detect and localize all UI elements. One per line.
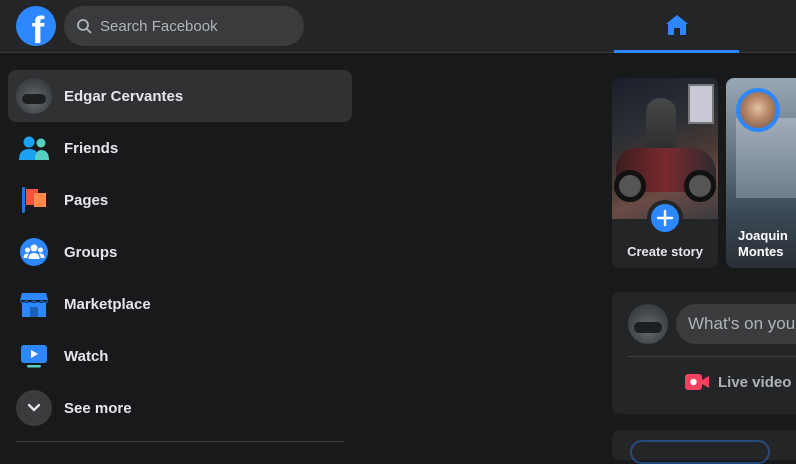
friend-story-name: Joaquin Montes xyxy=(738,228,788,260)
composer-input[interactable]: What's on you xyxy=(676,304,796,344)
create-story-label: Create story xyxy=(627,244,703,259)
left-sidebar: Edgar Cervantes Friends Pages Groups Mar… xyxy=(8,70,352,434)
sidebar-item-see-more[interactable]: See more xyxy=(8,382,352,434)
rider-figure xyxy=(646,98,676,154)
sidebar-item-pages[interactable]: Pages xyxy=(8,174,352,226)
room-button-outline[interactable] xyxy=(630,440,770,464)
sidebar-item-label: Friends xyxy=(64,139,119,157)
post-composer: What's on you Live video xyxy=(612,292,796,414)
search-input[interactable] xyxy=(100,17,280,35)
live-video-label: Live video xyxy=(718,373,792,391)
sidebar-item-label: Groups xyxy=(64,243,118,261)
friend-story-name-last: Montes xyxy=(738,244,784,259)
plus-icon xyxy=(656,209,674,227)
sidebar-item-groups[interactable]: Groups xyxy=(8,226,352,278)
see-more-circle xyxy=(16,390,52,426)
motorcycle-wheel xyxy=(614,170,646,202)
live-video-button[interactable]: Live video xyxy=(684,372,791,392)
composer-divider xyxy=(628,356,796,357)
room-card xyxy=(612,430,796,464)
sidebar-item-label: Pages xyxy=(64,191,109,209)
sidebar-item-marketplace[interactable]: Marketplace xyxy=(8,278,352,330)
tab-home[interactable] xyxy=(614,0,739,53)
facebook-logo-letter: f xyxy=(31,10,45,46)
sidebar-item-label: Edgar Cervantes xyxy=(64,87,184,105)
sidebar-divider xyxy=(16,441,344,442)
motorcycle-wheel xyxy=(684,170,716,202)
friends-icon xyxy=(19,136,49,160)
story-photo xyxy=(612,78,718,219)
sidebar-item-watch[interactable]: Watch xyxy=(8,330,352,382)
groups-icon xyxy=(20,238,48,266)
top-navigation-bar: f xyxy=(0,0,796,53)
avatar xyxy=(16,78,52,114)
chevron-down-icon xyxy=(27,403,41,412)
live-video-icon xyxy=(685,374,709,390)
sidebar-item-profile[interactable]: Edgar Cervantes xyxy=(8,70,352,122)
search-icon xyxy=(77,19,92,34)
sidebar-item-label: Watch xyxy=(64,347,109,365)
composer-placeholder: What's on you xyxy=(688,314,796,333)
watch-icon xyxy=(21,345,47,368)
home-icon xyxy=(665,15,688,35)
marketplace-icon xyxy=(20,293,48,317)
sidebar-item-label: See more xyxy=(64,399,132,417)
create-story-plus-button[interactable] xyxy=(647,200,683,236)
pages-flag-icon xyxy=(22,187,46,213)
sidebar-item-label: Marketplace xyxy=(64,295,151,313)
friend-story-name-first: Joaquin xyxy=(738,228,788,243)
story-avatar xyxy=(736,88,780,132)
search-box[interactable] xyxy=(64,6,304,46)
avatar[interactable] xyxy=(628,304,668,344)
sidebar-item-friends[interactable]: Friends xyxy=(8,122,352,174)
friend-story-card[interactable]: Joaquin Montes xyxy=(726,78,796,268)
create-story-card[interactable]: Create story xyxy=(612,78,718,268)
facebook-logo[interactable]: f xyxy=(16,6,56,46)
background-sign xyxy=(688,84,714,124)
